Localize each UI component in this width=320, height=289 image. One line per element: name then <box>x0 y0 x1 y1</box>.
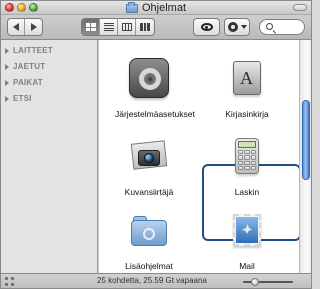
column-view-button[interactable] <box>118 19 136 35</box>
file-browser-content: Järjestelmäasetukset A Kirjasinkirja Kuv… <box>99 40 301 273</box>
navigation-segmented-control <box>7 18 43 36</box>
disclosure-triangle-icon <box>5 63 9 70</box>
sidebar-section-devices[interactable]: LAITTEET <box>5 46 53 55</box>
app-item-mail[interactable]: Mail <box>207 200 287 282</box>
quick-look-button[interactable] <box>193 18 220 36</box>
list-view-icon <box>103 23 114 31</box>
cover-flow-view-button[interactable] <box>136 19 154 35</box>
scrollbar-thumb[interactable] <box>302 100 310 180</box>
action-menu-button[interactable] <box>224 18 250 36</box>
app-item-calculator[interactable]: Laskin <box>207 126 287 208</box>
window-title-wrap: Ohjelmat <box>1 1 311 15</box>
forward-button[interactable] <box>25 19 42 35</box>
sidebar-section-label: PAIKAT <box>13 78 43 87</box>
image-capture-icon <box>129 136 169 176</box>
back-button[interactable] <box>8 19 25 35</box>
view-mode-segmented-control <box>81 18 155 36</box>
chevron-down-icon <box>240 25 247 29</box>
status-text: 25 kohdetta, 25.59 Gt vapaana <box>97 276 207 285</box>
search-input[interactable] <box>276 21 302 33</box>
sidebar-section-shared[interactable]: JAETUT <box>5 62 45 71</box>
title-bar[interactable]: Ohjelmat <box>1 1 311 15</box>
folder-icon <box>125 1 138 13</box>
sidebar-section-places[interactable]: PAIKAT <box>5 78 43 87</box>
icon-view-button[interactable] <box>82 19 100 35</box>
list-view-button[interactable] <box>100 19 118 35</box>
sidebar-section-label: JAETUT <box>13 62 46 71</box>
icon-size-slider[interactable] <box>243 278 293 286</box>
utilities-folder-icon <box>129 210 169 250</box>
sidebar-section-search[interactable]: ETSI <box>5 94 32 103</box>
window-title: Ohjelmat <box>141 2 187 14</box>
mail-icon <box>227 210 267 250</box>
item-label: Järjestelmäasetukset <box>115 109 195 119</box>
toolbar <box>1 15 311 40</box>
icon-view-icon <box>85 23 96 31</box>
eye-icon <box>200 23 213 31</box>
app-item-system-preferences[interactable]: Järjestelmäasetukset <box>109 48 195 130</box>
disclosure-triangle-icon <box>5 47 9 54</box>
item-label: Lisäohjelmat <box>125 261 173 271</box>
sidebar-section-label: LAITTEET <box>13 46 53 55</box>
status-bar: 25 kohdetta, 25.59 Gt vapaana <box>1 273 311 288</box>
column-view-icon <box>121 23 132 31</box>
back-arrow-icon <box>13 23 19 31</box>
gear-icon <box>227 22 238 32</box>
cover-flow-view-icon <box>140 23 151 31</box>
app-item-utilities[interactable]: Lisäohjelmat <box>109 200 189 282</box>
sidebar-section-label: ETSI <box>13 94 32 103</box>
resize-grip-icon[interactable] <box>5 277 14 286</box>
system-preferences-icon <box>129 58 169 98</box>
app-item-font-book[interactable]: A Kirjasinkirja <box>207 48 287 130</box>
search-icon <box>266 23 273 30</box>
finder-window: Ohjelmat LAITTEET JAETUT PAIKAT ETSI Jär… <box>0 0 312 289</box>
app-item-image-capture[interactable]: Kuvansiirtäjä <box>109 126 189 208</box>
forward-arrow-icon <box>30 23 37 31</box>
disclosure-triangle-icon <box>5 95 9 102</box>
item-label: Kuvansiirtäjä <box>124 187 174 197</box>
slider-knob[interactable] <box>251 278 260 286</box>
sidebar: LAITTEET JAETUT PAIKAT ETSI <box>1 40 98 273</box>
vertical-scrollbar[interactable] <box>299 40 311 273</box>
toolbar-toggle-button[interactable] <box>293 4 307 11</box>
disclosure-triangle-icon <box>5 79 9 86</box>
calculator-icon <box>227 136 267 176</box>
font-book-icon: A <box>227 58 267 98</box>
item-label: Laskin <box>234 187 260 197</box>
search-field[interactable] <box>259 19 305 35</box>
item-label: Mail <box>239 261 255 271</box>
item-label: Kirjasinkirja <box>225 109 269 119</box>
